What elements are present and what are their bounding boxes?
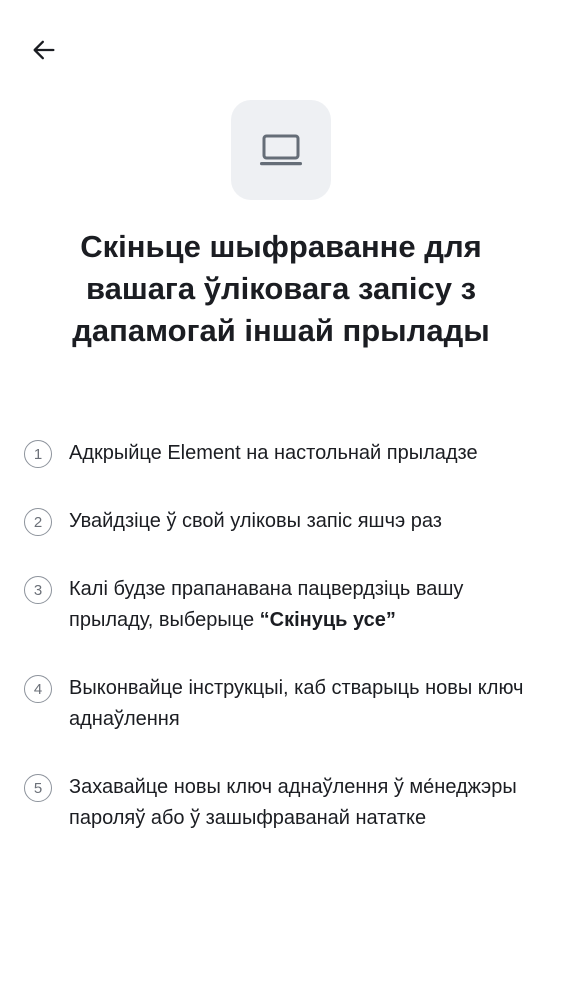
step-number: 1 [24, 440, 52, 468]
step-text: Калі будзе прапанавана пацвердзіць вашу … [69, 578, 464, 631]
laptop-icon [260, 134, 302, 166]
step-item: 2 Увайдзіце ў свой уліковы запіс яшчэ ра… [24, 506, 544, 537]
step-number: 4 [24, 675, 52, 703]
step-number: 3 [24, 576, 52, 604]
step-number: 2 [24, 508, 52, 536]
back-button[interactable] [22, 28, 66, 72]
step-text: Адкрыйце Element на настольнай прыладзе [69, 442, 478, 464]
step-bold-text: “Скінуць усе” [259, 609, 396, 631]
step-number: 5 [24, 774, 52, 802]
step-text: Выконвайце інструкцыі, каб стварыць новы… [69, 677, 524, 730]
step-text: Увайдзіце ў свой уліковы запіс яшчэ раз [69, 510, 442, 532]
step-item: 1 Адкрыйце Element на настольнай прыладз… [24, 438, 544, 469]
step-item: 3 Калі будзе прапанавана пацвердзіць ваш… [24, 574, 544, 636]
hero-icon-tile [231, 100, 331, 200]
step-item: 4 Выконвайце інструкцыі, каб стварыць но… [24, 673, 544, 735]
arrow-left-icon [33, 40, 55, 60]
page-title: Скіньце шыфраванне для вашага ўліковага … [72, 229, 490, 348]
step-item: 5 Захавайце новы ключ аднаўлення ў ме́не… [24, 772, 544, 834]
steps-list: 1 Адкрыйце Element на настольнай прыладз… [24, 438, 544, 871]
step-text: Захавайце новы ключ аднаўлення ў ме́недж… [69, 776, 517, 829]
